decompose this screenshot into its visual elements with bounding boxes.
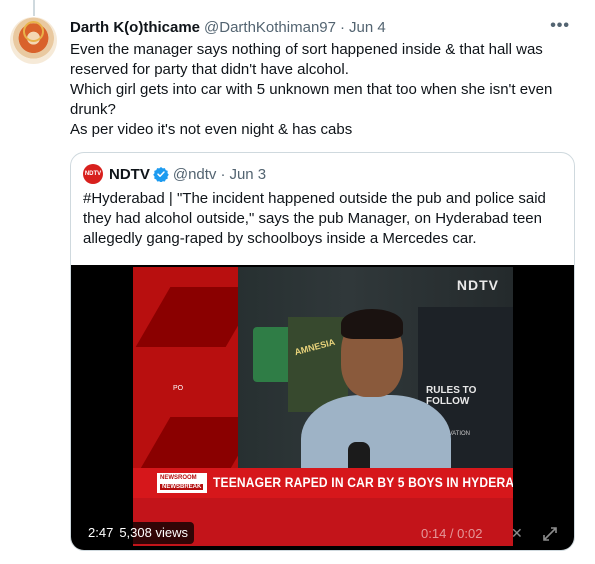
quoted-tweet[interactable]: NDTV NDTV @ndtv · Jun 3 #Hyderabad | "Th… <box>70 152 575 551</box>
separator-dot: · <box>339 18 345 36</box>
ticker-headline: TEENAGER RAPED IN CAR BY 5 BOYS IN HYDER… <box>213 474 513 490</box>
newsroom-label: NEWSROOM <box>160 475 197 481</box>
view-count: 5,308 views <box>119 525 188 540</box>
tweet-text: Even the manager says nothing of sort ha… <box>70 40 560 140</box>
video-duration: 2:47 <box>88 525 114 540</box>
more-horizontal-icon[interactable]: ••• <box>550 17 570 35</box>
video-player[interactable]: PO AMNESIA RULES TO FOLLOW RESERVATION N… <box>71 265 574 550</box>
playback-time: 0:14 / 0:02 <box>421 526 483 541</box>
video-controls: 2:47 5,308 views 0:14 / 0:02 ✕ <box>71 516 574 550</box>
person-hair <box>341 309 403 339</box>
newsbreak-logo: NEWSROOM NEWSBREAK <box>157 473 207 493</box>
author-handle[interactable]: @DarthKothiman97 <box>204 19 336 36</box>
poster-title: RULES TO FOLLOW <box>426 385 477 407</box>
news-ticker: NEWSROOM NEWSBREAK TEENAGER RAPED IN CAR… <box>133 468 513 498</box>
amnesia-sign-text: AMNESIA <box>293 336 337 358</box>
volume-icon[interactable]: ✕ <box>511 525 523 542</box>
separator-dot: · <box>220 165 226 183</box>
quoted-tweet-text: #Hyderabad | "The incident happened outs… <box>83 190 546 247</box>
tweet-date[interactable]: Jun 4 <box>349 19 386 36</box>
quoted-tweet-header: NDTV NDTV @ndtv · Jun 3 <box>83 164 266 184</box>
avatar-halo <box>23 21 44 42</box>
tweet[interactable]: Darth K(o)thicame @DarthKothiman97 · Jun… <box>70 17 580 140</box>
thread-connector-line <box>33 0 35 16</box>
duration-views-badge: 2:47 5,308 views <box>82 522 194 544</box>
ndtv-avatar: NDTV <box>83 164 103 184</box>
avatar[interactable] <box>10 17 57 64</box>
author-name[interactable]: Darth K(o)thicame <box>70 19 200 36</box>
tweet-text-line: Which girl gets into car with 5 unknown … <box>70 81 553 118</box>
quoted-tweet-date: Jun 3 <box>229 165 267 183</box>
ndtv-watermark: NDTV <box>456 277 499 293</box>
tweet-text-line: Even the manager says nothing of sort ha… <box>70 41 543 78</box>
video-frame[interactable]: PO AMNESIA RULES TO FOLLOW RESERVATION N… <box>133 267 513 546</box>
side-text: PO <box>173 385 184 392</box>
quoted-author-name: NDTV <box>109 165 150 183</box>
quoted-author-handle: @ndtv <box>172 165 217 183</box>
newsbreak-label: NEWSBREAK <box>160 484 204 490</box>
verified-badge-icon <box>153 167 169 182</box>
fullscreen-icon[interactable] <box>541 525 559 543</box>
tweet-text-line: As per video it's not even night & has c… <box>70 121 353 138</box>
tweet-header: Darth K(o)thicame @DarthKothiman97 · Jun… <box>70 17 580 37</box>
